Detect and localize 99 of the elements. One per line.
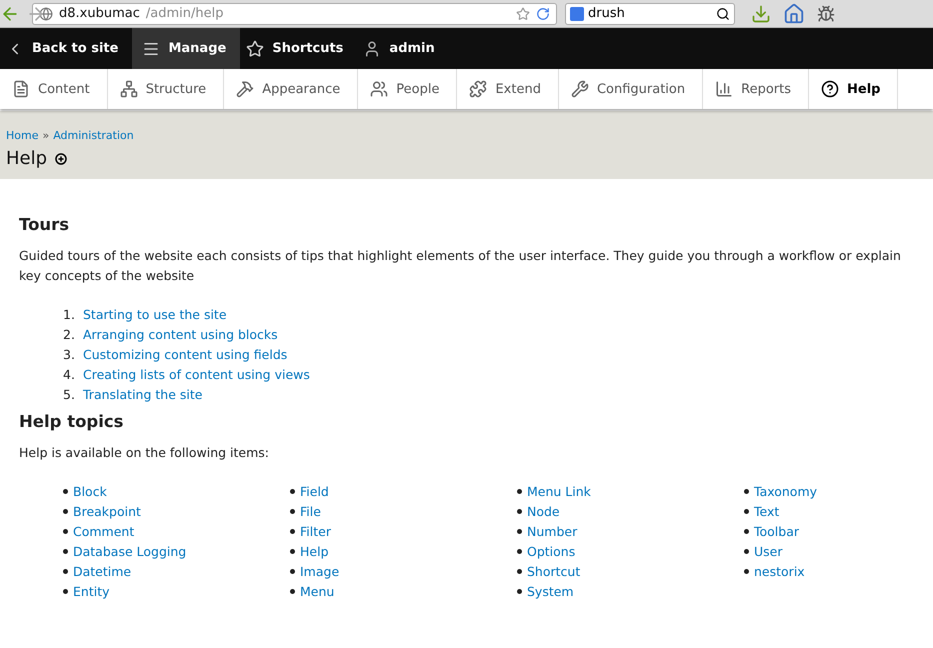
bullet-icon [744,488,749,494]
search-field[interactable]: drush [565,2,735,24]
menu-icon [469,80,488,98]
url-host: d8.xubumac [59,6,140,21]
bullet-icon [63,568,68,574]
list-number: 3. [63,346,76,362]
topic-link[interactable]: Toolbar [754,524,800,538]
topic-link[interactable]: Entity [73,584,110,598]
bullet-icon [63,528,68,534]
bullet-icon [63,548,68,554]
bullet-icon [744,508,749,514]
topic-link[interactable]: Taxonomy [754,484,818,498]
bullet-icon [744,548,749,554]
bullet-icon [290,588,295,594]
topic-link[interactable]: Filter [300,524,331,538]
search-value: drush [588,6,626,21]
section-description: Guided tours of the website each consists of tips that highlight elements of the user interface. They guide you through a workflow or explain key concepts of the website [19,247,902,285]
tour-link[interactable]: Arranging content using blocks [83,326,278,342]
topic-link[interactable]: File [300,504,321,518]
topic-link[interactable]: Options [527,544,576,558]
breadcrumb-separator: » [42,129,50,142]
bullet-icon [290,488,295,494]
tray-tab[interactable]: People [358,69,458,109]
topic-link[interactable]: Breakpoint [73,504,141,518]
tray-tab[interactable]: Appearance [224,69,358,109]
bullet-icon [744,568,749,574]
globe-icon [39,6,53,20]
bullet-icon [63,588,68,594]
toolbar-tab[interactable]: Manage [132,28,240,69]
toolbar-tab[interactable]: Shortcuts [240,28,358,69]
bullet-icon [517,568,522,574]
topic-link[interactable]: System [527,584,574,598]
list-number: 1. [63,306,76,322]
topic-link[interactable]: Menu Link [527,484,591,498]
topic-link[interactable]: Field [300,484,329,498]
bullet-icon [290,548,295,554]
topic-link[interactable]: Text [754,504,780,518]
topic-link[interactable]: User [754,544,782,558]
search-icon[interactable] [716,6,730,20]
bullet-icon [63,508,68,514]
add-shortcut-icon[interactable] [55,152,68,164]
toolbar-tab[interactable]: admin [357,28,449,69]
bullet-icon [744,528,749,534]
tour-link[interactable]: Translating the site [83,386,202,402]
list-number: 5. [63,386,76,402]
topic-link[interactable]: nestorix [754,564,805,578]
menu-icon [715,80,734,98]
bullet-icon [517,488,522,494]
tray-tab[interactable]: Structure [108,69,224,109]
list-number: 4. [63,366,76,382]
breadcrumb-link[interactable]: Administration [53,129,134,142]
tray-tab[interactable]: Content [0,69,108,109]
topic-link[interactable]: Comment [73,524,134,538]
topic-link[interactable]: Block [73,484,107,498]
bug-icon[interactable] [817,4,835,22]
menu-icon [120,80,138,98]
toolbar-icon [246,40,264,58]
menu-icon [236,80,254,98]
tray-tab[interactable]: Configuration [558,69,704,109]
bullet-icon [290,528,295,534]
bullet-icon [517,548,522,554]
topic-link[interactable]: Datetime [73,564,132,578]
bullet-icon [290,568,295,574]
topic-link[interactable]: Menu [300,584,334,598]
tray-tab[interactable]: Extend [457,69,559,109]
bullet-icon [290,508,295,514]
help-icon [821,80,839,98]
reload-icon[interactable] [536,6,550,20]
topic-link[interactable]: Number [527,524,578,538]
tour-link[interactable]: Starting to use the site [83,306,227,322]
tour-link[interactable]: Customizing content using fields [83,346,288,362]
topic-link[interactable]: Database Logging [73,544,186,558]
breadcrumb-link[interactable]: Home [6,129,38,142]
list-number: 2. [63,326,76,342]
page-title: Help [6,148,48,169]
topic-link[interactable]: Node [527,504,560,518]
bullet-icon [517,528,522,534]
tray-tab[interactable]: Reports [703,69,809,109]
section-heading: Tours [19,215,70,234]
bullet-icon [517,508,522,514]
tour-link[interactable]: Creating lists of content using views [83,366,310,382]
topic-link[interactable]: Image [300,564,340,578]
tray-tab[interactable]: Help [809,69,898,109]
toolbar-tab[interactable]: Back to site [0,28,132,69]
menu-icon [12,80,30,98]
address-bar[interactable]: d8.xubumac /admin/help [32,2,557,24]
section-heading: Help topics [19,412,125,431]
bookmark-star-icon[interactable] [516,6,530,20]
home-icon[interactable] [783,2,805,24]
topic-link[interactable]: Help [300,544,328,558]
topic-link[interactable]: Shortcut [527,564,580,578]
bullet-icon [63,488,68,494]
menu-icon [370,80,388,98]
search-engine-icon[interactable] [570,6,584,20]
section-description: Help is available on the following items: [19,444,270,462]
menu-icon [570,80,589,98]
download-icon[interactable] [751,4,771,24]
url-path: /admin/help [146,6,224,21]
bullet-icon [517,588,522,594]
